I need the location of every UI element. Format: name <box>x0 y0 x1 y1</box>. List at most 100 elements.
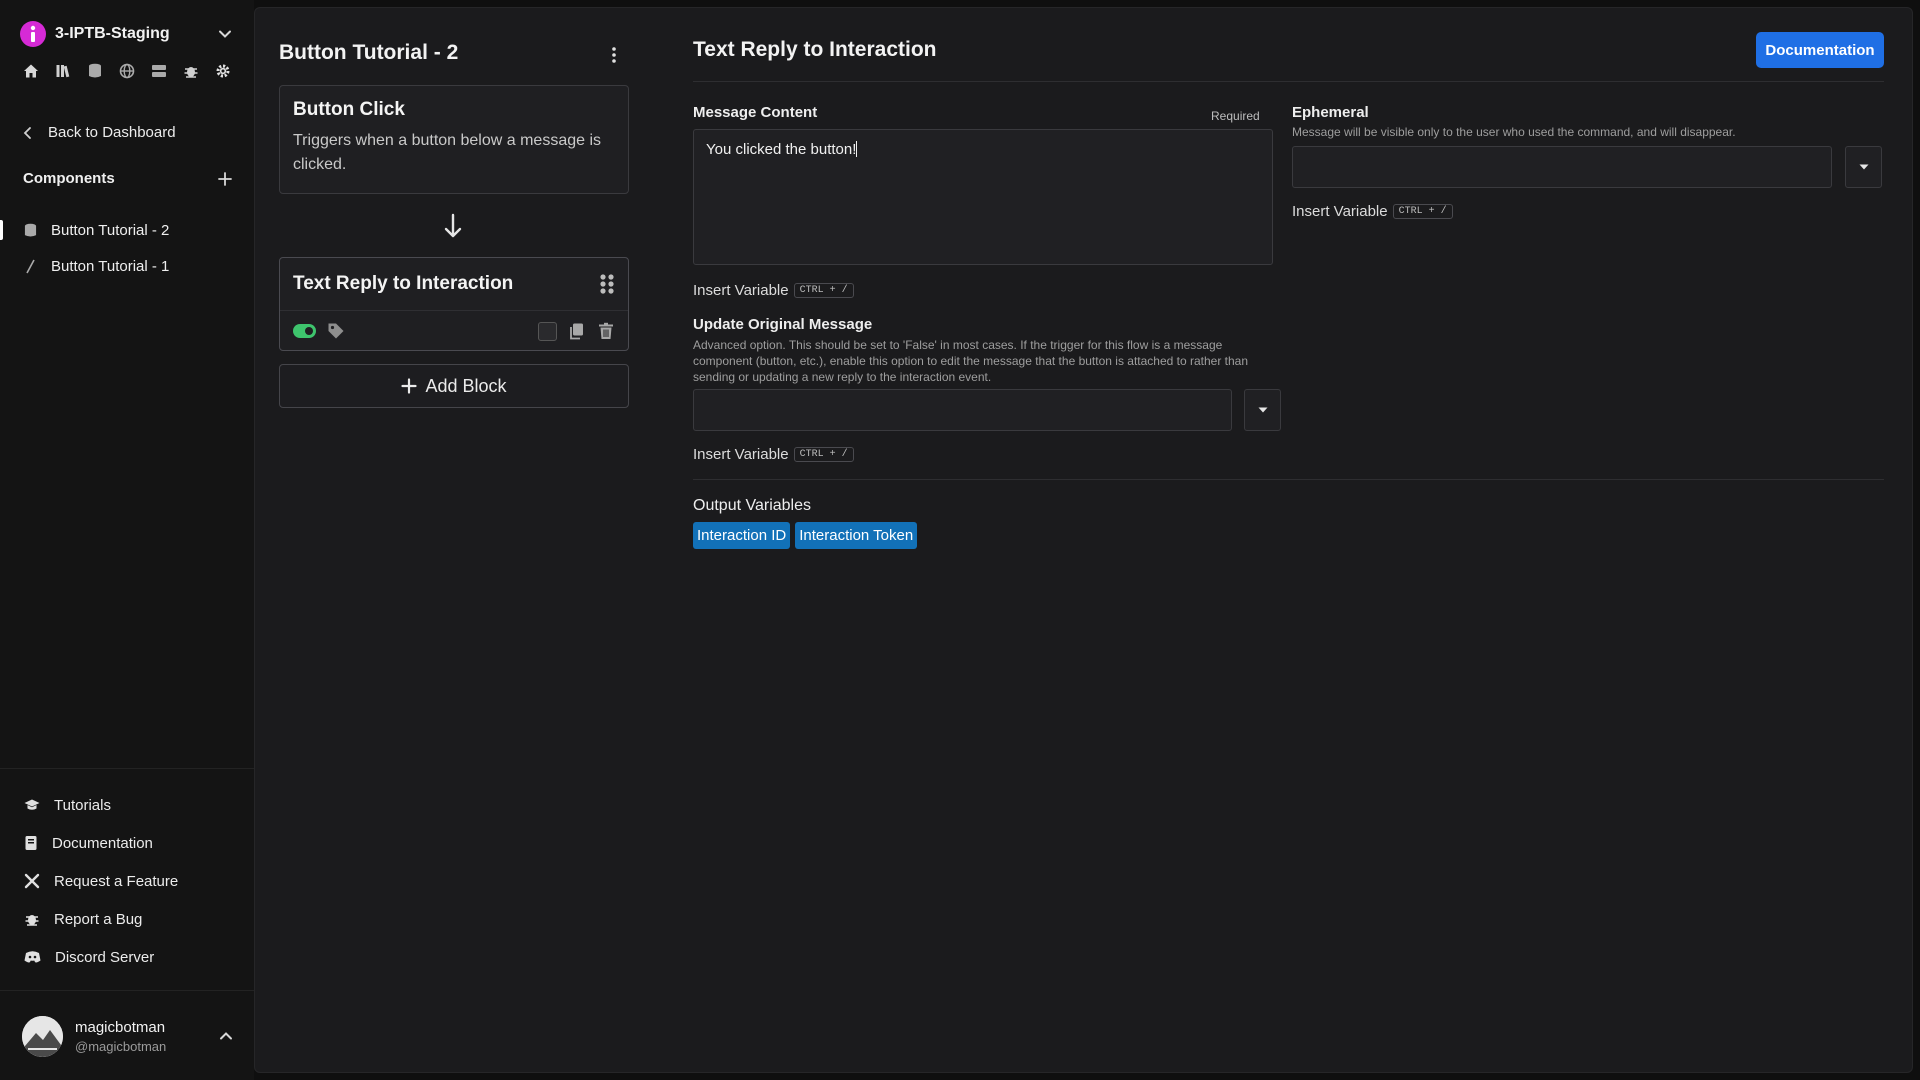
component-item-label: Button Tutorial - 2 <box>51 221 170 239</box>
tag-icon[interactable] <box>327 322 345 340</box>
discord-icon <box>24 951 41 963</box>
arrow-down-icon <box>444 213 462 238</box>
documentation-link[interactable]: Documentation <box>0 824 254 862</box>
gear-icon[interactable] <box>214 62 232 80</box>
trigger-card[interactable]: Button Click Triggers when a button belo… <box>279 85 629 194</box>
enable-toggle[interactable] <box>293 324 316 338</box>
copy-icon[interactable] <box>568 322 586 340</box>
components-label: Components <box>23 170 115 187</box>
insert-variable-link[interactable]: Insert Variable CTRL + / <box>693 282 854 299</box>
trash-icon[interactable] <box>597 322 615 340</box>
slash-icon <box>26 259 35 273</box>
plus-icon <box>401 378 418 394</box>
globe-icon[interactable] <box>118 62 136 80</box>
report-bug-link[interactable]: Report a Bug <box>0 900 254 938</box>
user-handle: @magicbotman <box>75 1038 167 1054</box>
required-label: Required <box>1211 109 1260 123</box>
insert-variable-link[interactable]: Insert Variable CTRL + / <box>693 446 854 463</box>
sidebar: 3-IPTB-Staging Back to Dashboard Compone… <box>0 0 254 1080</box>
chevron-up-icon[interactable] <box>218 1028 234 1044</box>
documentation-label: Documentation <box>52 834 153 852</box>
update-original-help: Advanced option. This should be set to '… <box>693 338 1249 384</box>
insert-variable-label: Insert Variable <box>693 282 789 299</box>
components-header: Components <box>23 170 233 187</box>
output-variables-list: Interaction ID Interaction Token <box>693 522 918 549</box>
ephemeral-label: Ephemeral <box>1292 104 1369 121</box>
plus-icon[interactable] <box>217 171 233 187</box>
bug-icon[interactable] <box>182 62 200 80</box>
shortcut-badge: CTRL + / <box>793 447 854 462</box>
components-list: Button Tutorial - 2 Button Tutorial - 1 <box>0 212 254 284</box>
add-block-button[interactable]: Add Block <box>279 364 629 408</box>
flow-title: Button Tutorial - 2 <box>279 41 459 64</box>
output-variables-label: Output Variables <box>693 497 811 514</box>
kebab-menu-icon[interactable] <box>604 43 624 67</box>
storage-icon[interactable] <box>150 62 168 80</box>
sidebar-divider <box>0 768 254 769</box>
chevron-down-icon[interactable] <box>216 25 234 43</box>
tutorials-link[interactable]: Tutorials <box>0 786 254 824</box>
database-icon <box>24 223 37 237</box>
add-block-label: Add Block <box>425 375 507 396</box>
graduation-cap-icon <box>24 799 40 810</box>
message-content-label: Message Content <box>693 104 818 121</box>
sidebar-divider <box>0 990 254 991</box>
output-variable-chip[interactable]: Interaction Token <box>795 522 918 549</box>
select-checkbox[interactable] <box>538 321 557 341</box>
trigger-description: Triggers when a button below a message i… <box>293 132 602 173</box>
ephemeral-select[interactable] <box>1292 146 1832 188</box>
help-links: Tutorials Documentation Request a Featur… <box>0 786 254 976</box>
header-divider <box>693 81 1884 82</box>
documentation-button[interactable]: Documentation <box>1756 32 1884 68</box>
insert-variable-label: Insert Variable <box>693 446 789 463</box>
report-bug-label: Report a Bug <box>54 910 143 928</box>
back-to-dashboard-link[interactable]: Back to Dashboard <box>22 124 176 141</box>
insert-variable-link[interactable]: Insert Variable CTRL + / <box>1292 203 1453 220</box>
discord-server-link[interactable]: Discord Server <box>0 938 254 976</box>
database-icon[interactable] <box>86 62 104 80</box>
drag-handle-icon[interactable] <box>599 273 615 295</box>
trigger-title: Button Click <box>293 99 405 120</box>
action-card-header: Text Reply to Interaction <box>280 258 628 311</box>
back-to-dashboard-label: Back to Dashboard <box>48 124 176 141</box>
server-nav <box>22 62 246 80</box>
output-variable-chip[interactable]: Interaction ID <box>693 522 791 549</box>
server-switcher[interactable]: 3-IPTB-Staging <box>20 20 234 48</box>
insert-variable-label: Insert Variable <box>1292 203 1388 220</box>
update-original-select[interactable] <box>693 389 1232 431</box>
book-icon <box>25 836 37 850</box>
caret-down-icon <box>1258 407 1267 413</box>
shortcut-badge: CTRL + / <box>793 283 854 298</box>
request-feature-label: Request a Feature <box>54 872 179 890</box>
user-meta: magicbotman @magicbotman <box>75 1019 218 1054</box>
ephemeral-dropdown[interactable] <box>1845 146 1882 188</box>
action-card-toolbar <box>280 311 628 351</box>
message-content-textarea[interactable]: You clicked the button! <box>693 129 1273 265</box>
user-menu[interactable]: magicbotman @magicbotman <box>22 1015 234 1057</box>
caret-down-icon <box>1859 164 1868 170</box>
update-original-dropdown[interactable] <box>1244 389 1281 431</box>
discord-server-label: Discord Server <box>55 948 155 966</box>
text-caret <box>856 141 858 157</box>
component-item-button-tutorial-2[interactable]: Button Tutorial - 2 <box>0 212 254 248</box>
request-feature-link[interactable]: Request a Feature <box>0 862 254 900</box>
tutorials-label: Tutorials <box>54 796 111 814</box>
block-title: Text Reply to Interaction <box>693 38 937 61</box>
component-item-label: Button Tutorial - 1 <box>51 257 170 275</box>
user-name: magicbotman <box>75 1018 166 1036</box>
flow-editor-panel: Button Tutorial - 2 Button Click Trigger… <box>254 7 1913 1073</box>
avatar <box>22 1015 63 1057</box>
component-item-button-tutorial-1[interactable]: Button Tutorial - 1 <box>0 248 254 284</box>
section-divider <box>693 479 1884 480</box>
update-original-label: Update Original Message <box>693 316 873 333</box>
block-settings: Text Reply to Interaction Documentation … <box>693 8 1898 1068</box>
action-title: Text Reply to Interaction <box>293 273 514 294</box>
library-icon[interactable] <box>54 62 72 80</box>
message-content-value: You clicked the button! <box>706 141 857 158</box>
ephemeral-help: Message will be visible only to the user… <box>1292 125 1736 139</box>
server-name: 3-IPTB-Staging <box>55 25 170 42</box>
action-card[interactable]: Text Reply to Interaction <box>279 257 629 351</box>
home-icon[interactable] <box>22 62 40 80</box>
tools-icon <box>24 873 40 889</box>
chevron-left-icon <box>23 126 31 139</box>
